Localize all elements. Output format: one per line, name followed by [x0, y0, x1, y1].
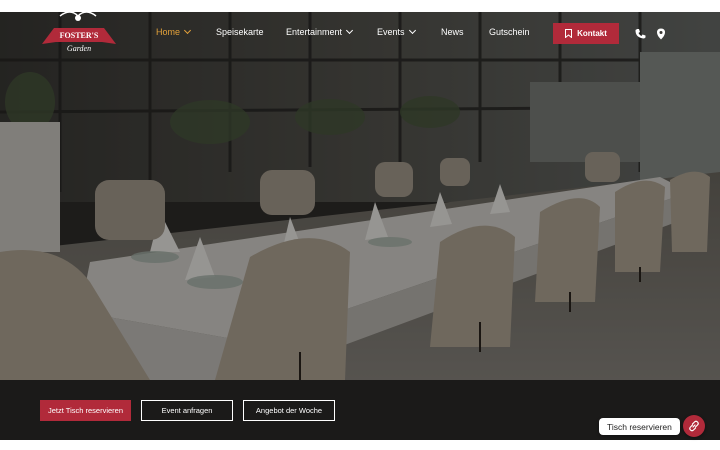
page: FOSTER'S Garden Home Speisekarte Enterta… — [0, 0, 720, 450]
kontakt-label: Kontakt — [577, 29, 607, 38]
nav-speisekarte-label: Speisekarte — [216, 27, 264, 37]
site-header: FOSTER'S Garden Home Speisekarte Enterta… — [0, 11, 720, 56]
reserve-widget-button[interactable] — [683, 415, 705, 437]
offer-of-week-label: Angebot der Woche — [255, 406, 323, 415]
bookmark-icon — [565, 29, 573, 38]
reserve-widget-text: Tisch reservieren — [607, 421, 672, 432]
chevron-down-icon — [183, 26, 192, 35]
chevron-down-icon — [408, 26, 416, 35]
reserve-widget-label[interactable]: Tisch reservieren — [599, 418, 680, 435]
event-request-button[interactable]: Event anfragen — [141, 400, 233, 421]
main-nav: Home Speisekarte Entertainment Events Ne… — [0, 12, 720, 56]
nav-gutschein[interactable]: Gutschein — [489, 27, 530, 37]
phone-icon[interactable] — [635, 28, 647, 40]
hero-image — [0, 12, 720, 380]
nav-gutschein-label: Gutschein — [489, 27, 530, 37]
bottom-strip — [0, 440, 720, 450]
nav-entertainment[interactable]: Entertainment — [286, 26, 354, 37]
nav-events[interactable]: Events — [377, 26, 416, 37]
nav-speisekarte[interactable]: Speisekarte — [216, 27, 264, 37]
nav-events-label: Events — [377, 27, 405, 37]
event-request-label: Event anfragen — [161, 406, 213, 415]
nav-home-label: Home — [156, 27, 181, 37]
chevron-down-icon — [345, 26, 354, 35]
offer-of-week-button[interactable]: Angebot der Woche — [243, 400, 335, 421]
reserve-table-label: Jetzt Tisch reservieren — [47, 406, 124, 415]
hero-overlay — [0, 12, 720, 380]
nav-news[interactable]: News — [441, 27, 464, 37]
map-pin-icon[interactable] — [655, 28, 667, 40]
reserve-table-button[interactable]: Jetzt Tisch reservieren — [40, 400, 131, 421]
nav-home[interactable]: Home — [156, 26, 192, 37]
link-icon — [689, 420, 699, 432]
top-strip — [0, 0, 720, 12]
nav-entertainment-label: Entertainment — [286, 27, 343, 37]
nav-news-label: News — [441, 27, 464, 37]
kontakt-button[interactable]: Kontakt — [553, 23, 619, 44]
